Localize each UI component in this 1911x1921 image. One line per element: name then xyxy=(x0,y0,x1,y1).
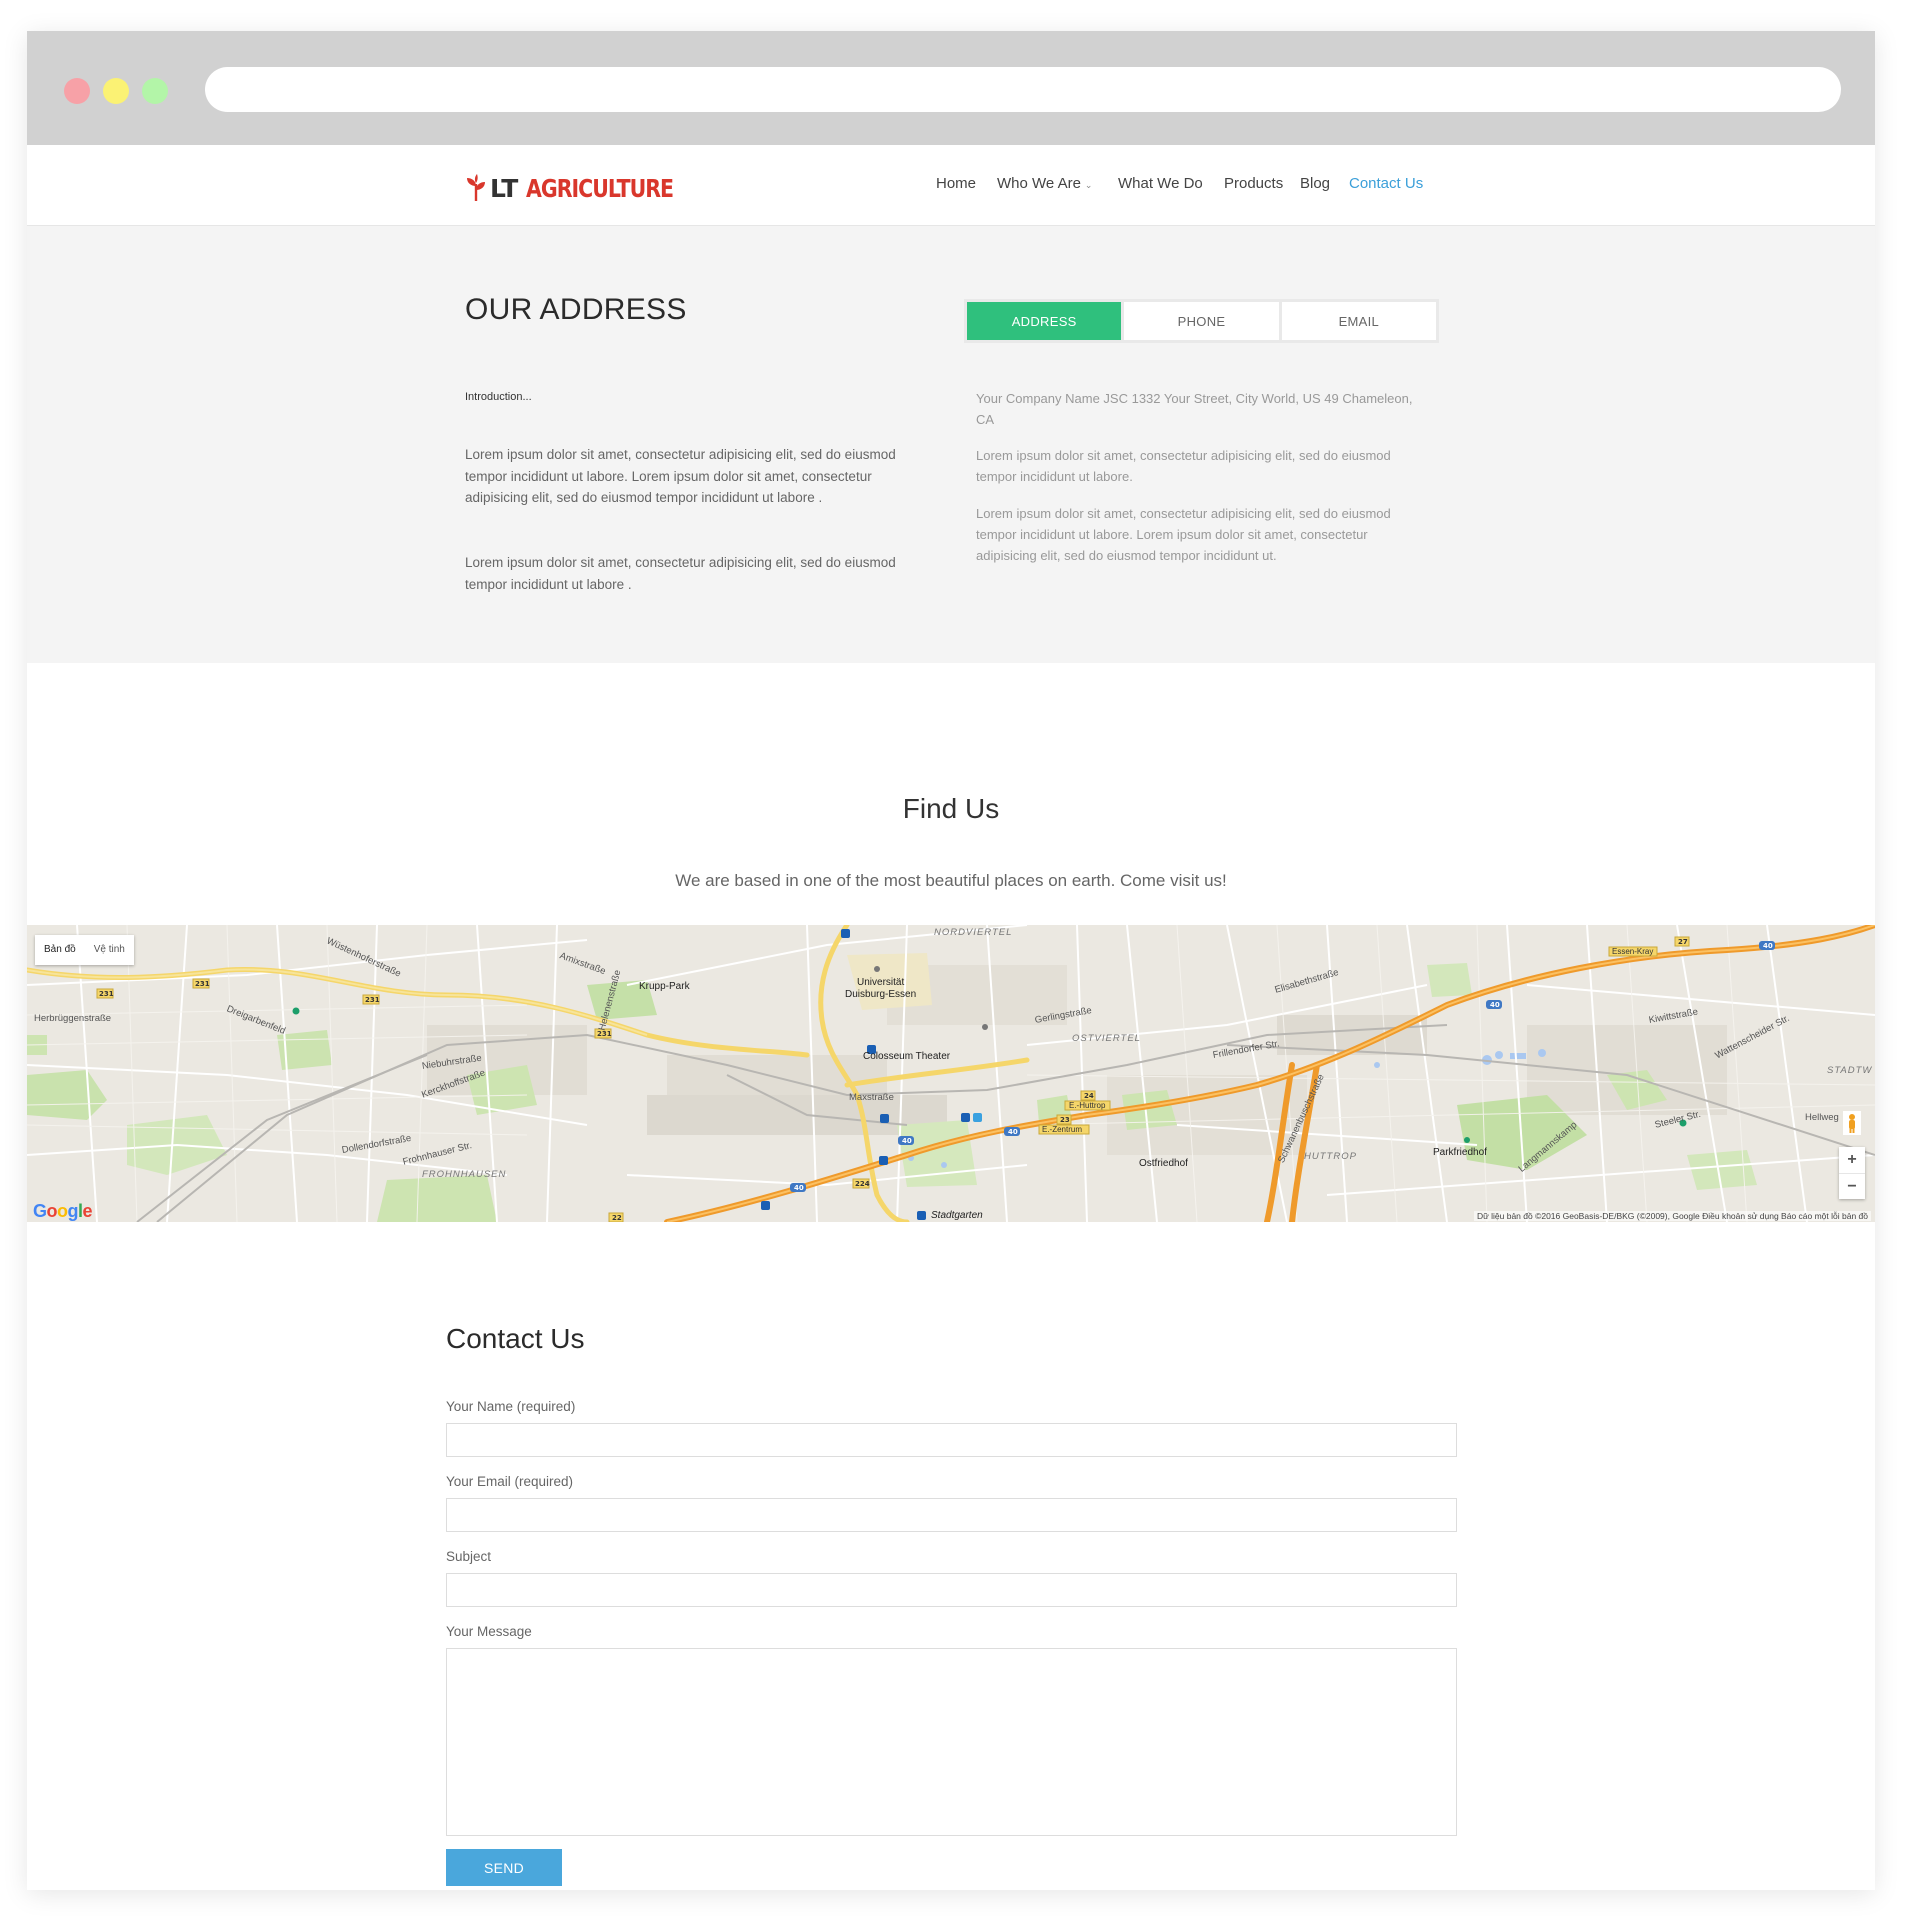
address-bar[interactable] xyxy=(205,67,1841,112)
find-us-subtitle: We are based in one of the most beautifu… xyxy=(675,871,1227,890)
chevron-down-icon: ⌄ xyxy=(1084,180,1093,190)
name-field[interactable] xyxy=(446,1423,1457,1457)
address-left-paragraph-1: Lorem ipsum dolor sit amet, consectetur … xyxy=(465,447,896,505)
send-button[interactable]: SEND xyxy=(446,1849,562,1886)
map-zoom-control: + − xyxy=(1839,1147,1865,1199)
svg-text:40: 40 xyxy=(1008,1128,1018,1136)
svg-text:40: 40 xyxy=(794,1184,804,1192)
email-label: Your Email (required) xyxy=(446,1474,574,1489)
street-view-pegman-icon[interactable] xyxy=(1843,1111,1861,1135)
tab-phone[interactable]: PHONE xyxy=(1124,302,1279,340)
svg-text:224: 224 xyxy=(855,1180,870,1188)
svg-text:23: 23 xyxy=(1060,1116,1070,1124)
subject-field[interactable] xyxy=(446,1573,1457,1607)
map-type-satellite-button[interactable]: Vệ tinh xyxy=(85,935,134,965)
name-label: Your Name (required) xyxy=(446,1399,576,1414)
map-label-huttrop-exit: E.-Huttrop xyxy=(1069,1101,1106,1110)
map-type-map-button[interactable]: Bản đồ xyxy=(35,935,85,965)
message-label: Your Message xyxy=(446,1624,532,1639)
map-label-huttrop: HUTTROP xyxy=(1304,1151,1357,1162)
map-type-control: Bản đồ Vệ tinh xyxy=(35,935,134,965)
map-tiles: 231 231 231 231 224 24 23 22 27 40 40 40… xyxy=(27,925,1875,1222)
main-nav: Home Who We Are ⌄ What We Do Products Blo… xyxy=(27,175,1875,195)
site-header: LT AGRICULTURE Home Who We Are ⌄ What We … xyxy=(27,145,1875,226)
svg-text:40: 40 xyxy=(1490,1001,1500,1009)
tab-address[interactable]: ADDRESS xyxy=(967,302,1122,340)
nav-blog[interactable]: Blog xyxy=(1300,175,1330,192)
browser-frame: LT AGRICULTURE Home Who We Are ⌄ What We … xyxy=(27,31,1875,1890)
map-attribution[interactable]: Dữ liệu bản đồ ©2016 GeoBasis-DE/BKG (©2… xyxy=(1473,1211,1871,1221)
nav-who-we-are[interactable]: Who We Are ⌄ xyxy=(997,175,1092,192)
address-intro: Introduction... xyxy=(465,391,532,403)
map-label-colosseum: Colosseum Theater xyxy=(863,1051,951,1062)
map-label-parkfriedhof: Parkfriedhof xyxy=(1433,1147,1487,1158)
map-label-stadtgarten: Stadtgarten xyxy=(931,1210,983,1221)
svg-text:231: 231 xyxy=(99,990,114,998)
address-left-paragraph-2: Lorem ipsum dolor sit amet, consectetur … xyxy=(465,555,896,592)
map-label-stadtw: STADTW xyxy=(1827,1065,1873,1076)
address-right-paragraph-1: Lorem ipsum dolor sit amet, consectetur … xyxy=(976,448,1391,484)
close-window-dot[interactable] xyxy=(64,78,90,104)
svg-text:22: 22 xyxy=(612,1214,622,1222)
subject-label: Subject xyxy=(446,1549,492,1564)
contact-title: Contact Us xyxy=(446,1323,585,1354)
map-label-herbruggen: Herbrüggenstraße xyxy=(34,1013,112,1024)
map-label-uni: Universität xyxy=(857,977,905,988)
tab-email[interactable]: EMAIL xyxy=(1281,302,1436,340)
address-company-text: Your Company Name JSC 1332 Your Street, … xyxy=(976,391,1413,427)
svg-text:27: 27 xyxy=(1678,938,1688,946)
svg-text:24: 24 xyxy=(1084,1092,1094,1100)
maximize-window-dot[interactable] xyxy=(142,78,168,104)
map-label-ostviertel: OSTVIERTEL xyxy=(1072,1033,1141,1044)
browser-chrome xyxy=(27,31,1875,145)
svg-text:231: 231 xyxy=(365,996,380,1004)
zoom-in-button[interactable]: + xyxy=(1839,1147,1865,1173)
map-label-uni-2: Duisburg-Essen xyxy=(845,989,917,1000)
map-label-krupp-park: Krupp-Park xyxy=(639,981,690,992)
google-logo: Google xyxy=(33,1201,93,1221)
minimize-window-dot[interactable] xyxy=(103,78,129,104)
svg-text:40: 40 xyxy=(1763,942,1773,950)
map-label-essen-kray: Essen-Kray xyxy=(1612,947,1654,956)
zoom-out-button[interactable]: − xyxy=(1839,1173,1865,1199)
address-title: OUR ADDRESS xyxy=(465,293,687,326)
nav-who-we-are-label: Who We Are xyxy=(997,175,1081,192)
svg-text:231: 231 xyxy=(195,980,210,988)
map-label-frohnhausen: FROHNHAUSEN xyxy=(422,1169,507,1180)
address-section: OUR ADDRESS Introduction... Lorem ipsum … xyxy=(27,226,1875,663)
message-field[interactable] xyxy=(446,1648,1457,1836)
email-field[interactable] xyxy=(446,1498,1457,1532)
find-us-title: Find Us xyxy=(902,793,1000,824)
map-label-maxstrasse: Maxstraße xyxy=(849,1092,894,1103)
nav-products[interactable]: Products xyxy=(1224,175,1283,192)
map-label-nordviertel: NORDVIERTEL xyxy=(934,927,1013,938)
nav-contact-us[interactable]: Contact Us xyxy=(1349,175,1423,192)
map-label-zentrum-exit: E.-Zentrum xyxy=(1042,1125,1083,1134)
nav-home[interactable]: Home xyxy=(936,175,976,192)
address-right-paragraph-2: Lorem ipsum dolor sit amet, consectetur … xyxy=(976,506,1391,563)
svg-text:40: 40 xyxy=(902,1137,912,1145)
contact-tabs: ADDRESS PHONE EMAIL xyxy=(964,299,1439,343)
map-label-ostfriedhof: Ostfriedhof xyxy=(1139,1158,1188,1169)
map-label-hellweg: Hellweg xyxy=(1805,1112,1839,1123)
nav-what-we-do[interactable]: What We Do xyxy=(1118,175,1203,192)
google-map[interactable]: 231 231 231 231 224 24 23 22 27 40 40 40… xyxy=(27,925,1875,1222)
